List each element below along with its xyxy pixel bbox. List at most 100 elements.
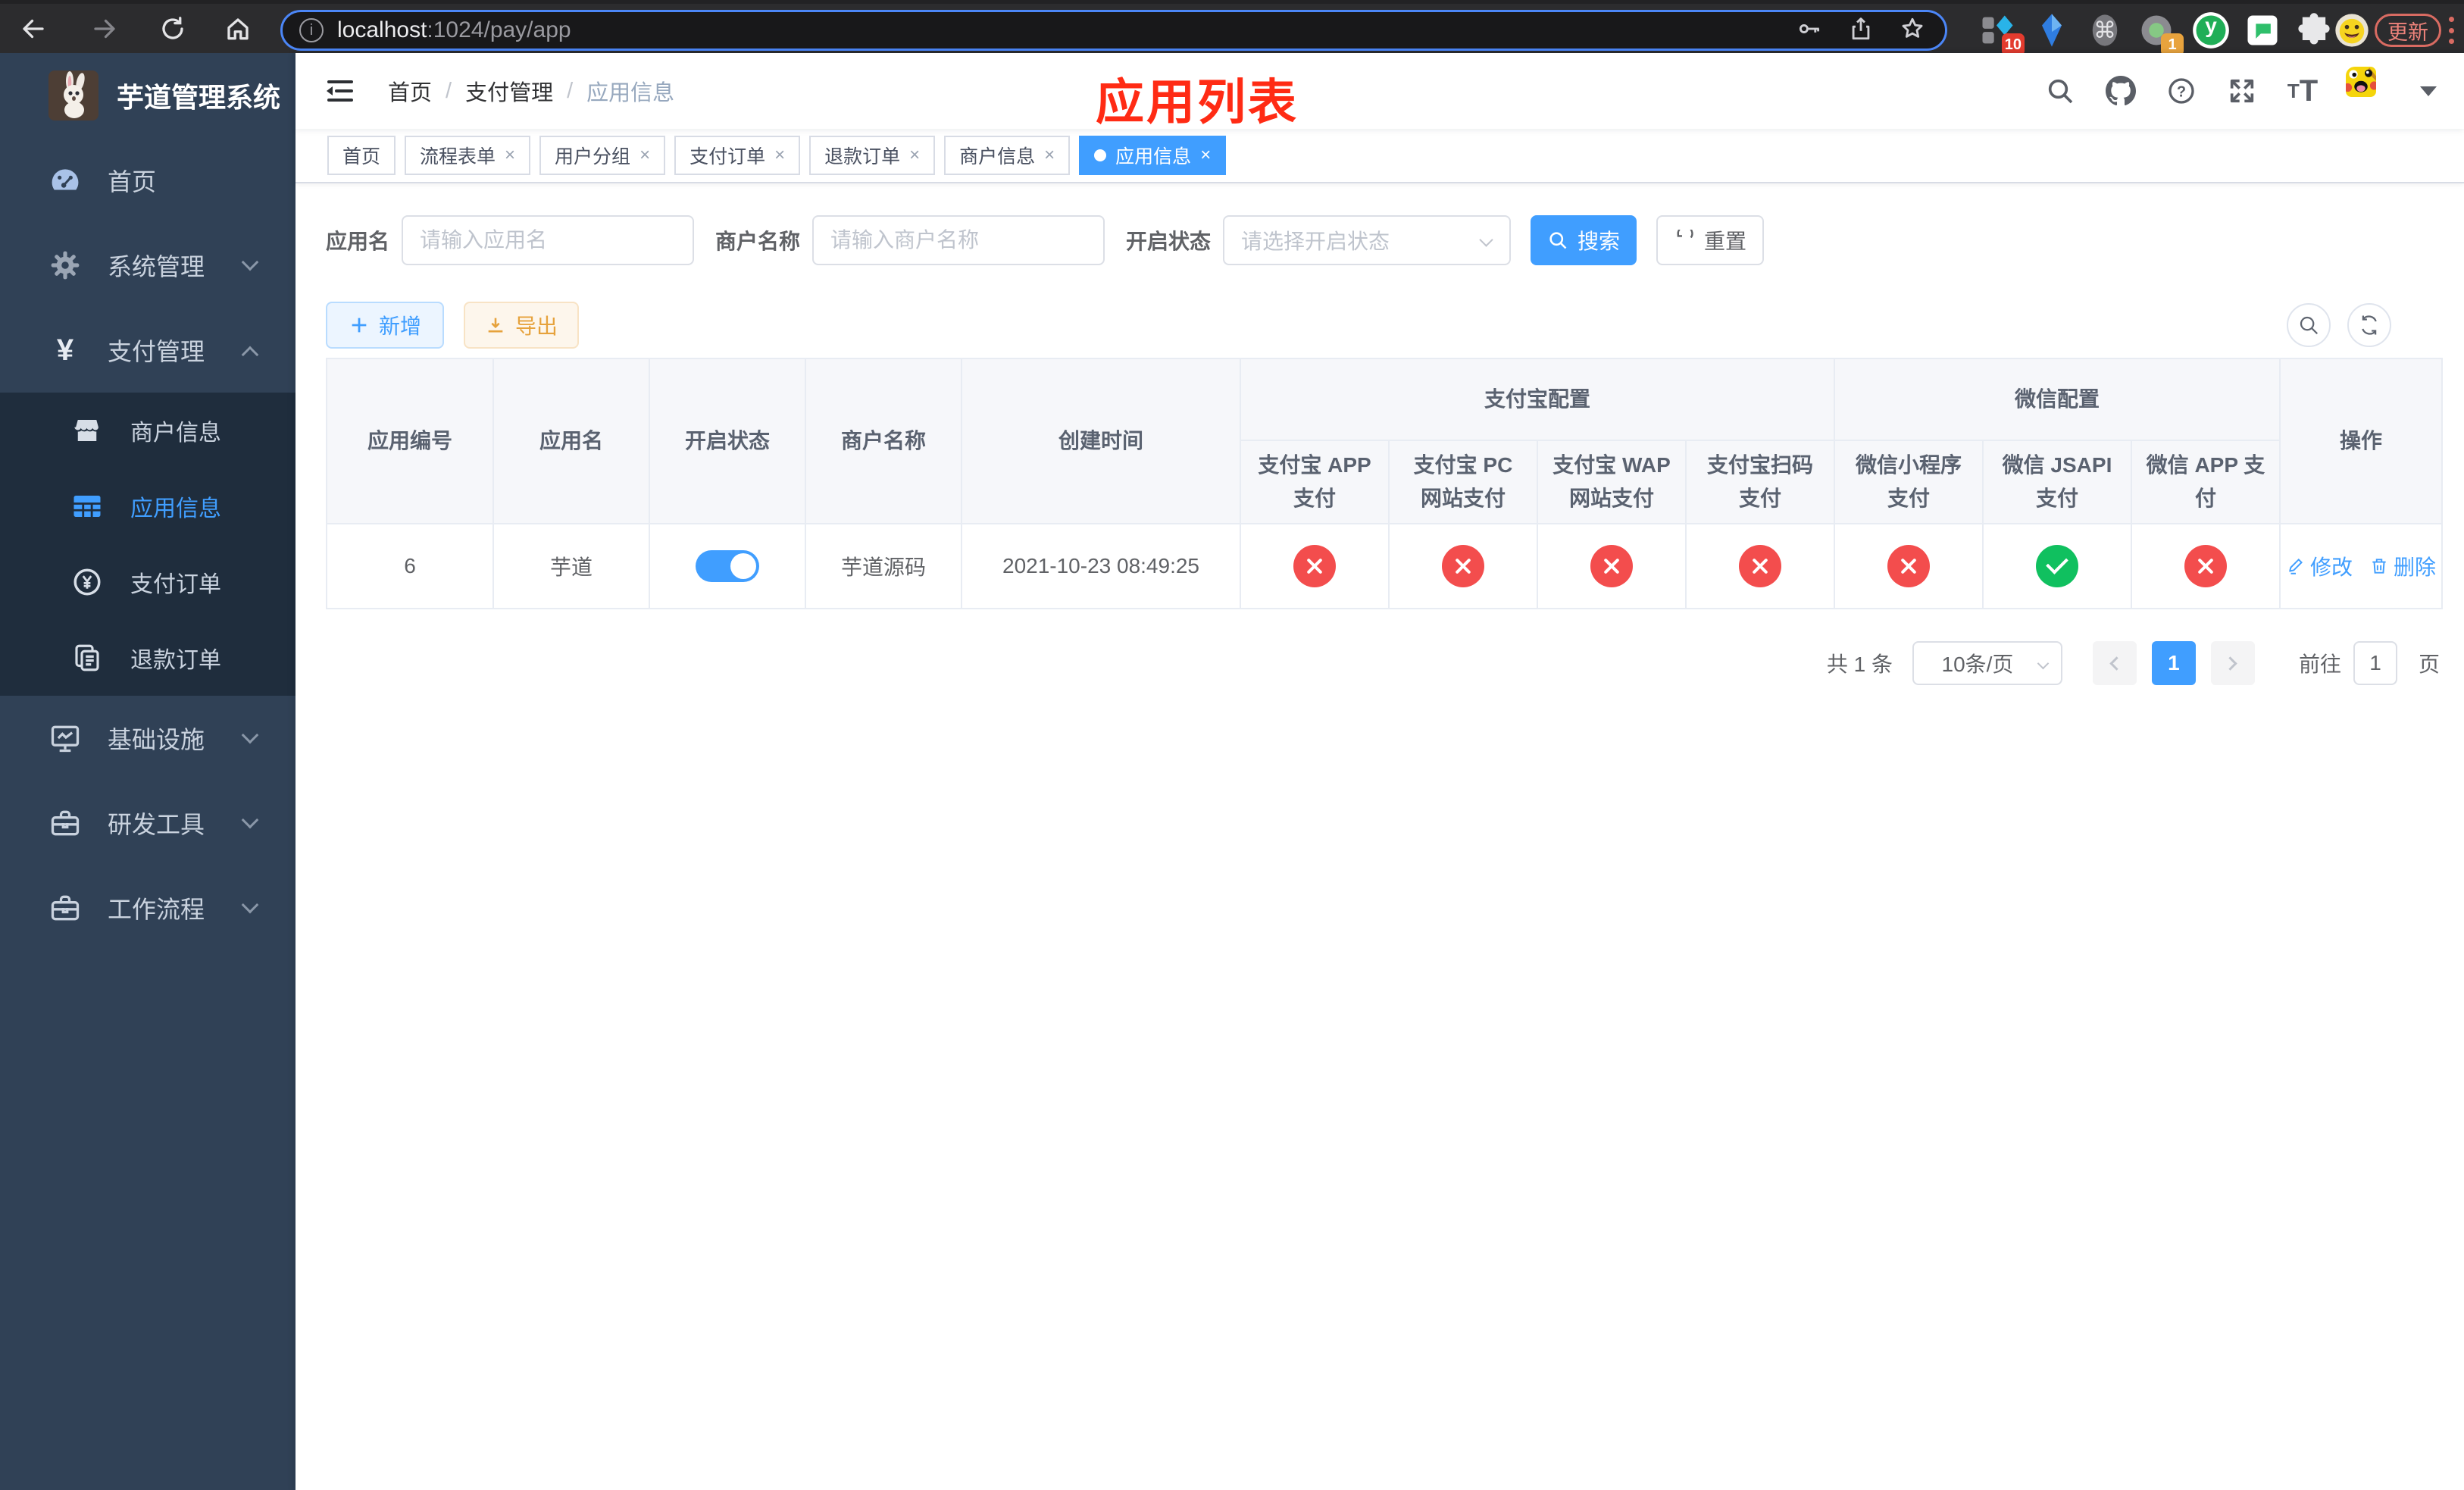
close-icon[interactable] <box>1044 145 1055 166</box>
tab-merchant-info[interactable]: 商户信息 <box>944 136 1071 175</box>
extension-command-icon[interactable]: ⌘ <box>2085 11 2125 50</box>
delete-link[interactable]: 删除 <box>2369 551 2436 581</box>
gear-icon <box>48 249 82 282</box>
status-select[interactable]: 请选择开启状态 <box>1223 215 1512 265</box>
sidebar-item-pay[interactable]: ¥ 支付管理 <box>0 308 295 393</box>
help-icon[interactable]: ? <box>2164 74 2199 108</box>
chevron-up-icon <box>241 346 259 364</box>
extension-kite-icon[interactable] <box>2032 11 2072 50</box>
tab-process-form[interactable]: 流程表单 <box>405 136 531 175</box>
sidebar-toggle-icon[interactable] <box>324 76 356 106</box>
browser-home-icon[interactable] <box>217 8 259 50</box>
font-size-icon[interactable]: TT <box>2285 74 2320 108</box>
password-key-icon[interactable] <box>1796 16 1822 45</box>
profile-avatar-icon[interactable] <box>2332 11 2372 50</box>
browser-toolbar: i localhost:1024/pay/app 10 ⌘ 1 y 更新 <box>0 0 2464 56</box>
browser-update-button[interactable]: 更新 <box>2375 14 2441 47</box>
breadcrumb: 首页 支付管理 应用信息 <box>388 53 674 129</box>
close-icon[interactable] <box>774 145 785 166</box>
extension-chat-icon[interactable] <box>2243 11 2282 50</box>
col-header-created: 创建时间 <box>962 359 1241 524</box>
group-header-wechat: 微信配置 <box>1835 359 2281 441</box>
sidebar-item-merchant-info[interactable]: 商户信息 <box>0 393 295 468</box>
row-cell-wechat-jsapi <box>1984 524 2132 609</box>
chevron-down-icon <box>1479 233 1493 247</box>
sidebar: 芋道管理系统 首页 系统管理 ¥ 支付管理 商户信息 应用信息 支付订单 退款订… <box>0 53 295 1490</box>
browser-menu-icon[interactable] <box>2447 17 2455 44</box>
table-toolbar: 新增 导出 <box>326 302 2441 349</box>
monitor-icon <box>48 722 82 755</box>
breadcrumb-pay[interactable]: 支付管理 <box>465 75 553 107</box>
extension-record-icon[interactable]: 1 <box>2137 11 2184 56</box>
logo-rabbit-image <box>48 70 98 121</box>
close-icon[interactable] <box>1200 145 1211 166</box>
main-area: 首页 支付管理 应用信息 应用列表 ? T <box>295 53 2464 1490</box>
sidebar-item-pay-orders[interactable]: 支付订单 <box>0 544 295 620</box>
row-cell-status <box>650 524 806 609</box>
store-icon <box>71 415 103 446</box>
close-icon[interactable] <box>909 145 920 166</box>
row-cell-wechat-mini <box>1835 524 1984 609</box>
export-button[interactable]: 导出 <box>464 302 579 349</box>
page-size-select[interactable]: 10条/页 <box>1912 641 2062 685</box>
app-name-input[interactable] <box>402 215 695 265</box>
svg-text:?: ? <box>2177 83 2186 100</box>
bookmark-star-icon[interactable] <box>1900 16 1925 45</box>
next-page-button[interactable] <box>2210 641 2255 685</box>
edit-link[interactable]: 修改 <box>2286 551 2353 581</box>
app-logo[interactable]: 芋道管理系统 <box>0 53 295 138</box>
row-cell-alipay-qr <box>1687 524 1835 609</box>
active-dot-icon <box>1094 149 1107 161</box>
close-icon[interactable] <box>639 145 650 166</box>
sidebar-item-workflow[interactable]: 工作流程 <box>0 866 295 950</box>
tags-view: 首页 流程表单 用户分组 支付订单 退款订单 商户信息 应用信息 <box>295 129 2464 183</box>
sidebar-item-system[interactable]: 系统管理 <box>0 223 295 308</box>
avatar-caret-icon[interactable] <box>2420 86 2437 96</box>
breadcrumb-home[interactable]: 首页 <box>388 75 432 107</box>
merchant-name-input[interactable] <box>812 215 1105 265</box>
status-label: 开启状态 <box>1126 230 1212 253</box>
browser-forward-icon[interactable] <box>83 8 126 50</box>
address-bar[interactable]: i localhost:1024/pay/app <box>280 10 1947 51</box>
sidebar-item-refund-orders[interactable]: 退款订单 <box>0 620 295 696</box>
sidebar-item-infra[interactable]: 基础设施 <box>0 696 295 781</box>
page-number-1[interactable]: 1 <box>2151 641 2196 685</box>
row-cell-alipay-app <box>1241 524 1390 609</box>
page-unit-label: 页 <box>2418 653 2440 676</box>
github-icon[interactable] <box>2103 74 2138 108</box>
refresh-button[interactable] <box>2347 303 2391 347</box>
user-avatar[interactable] <box>2346 67 2394 115</box>
tab-refund-orders[interactable]: 退款订单 <box>809 136 936 175</box>
search-button[interactable]: 搜索 <box>1531 215 1637 265</box>
header-search-icon[interactable] <box>2043 74 2078 108</box>
share-icon[interactable] <box>1848 16 1874 45</box>
sidebar-item-devtools[interactable]: 研发工具 <box>0 781 295 866</box>
add-button[interactable]: 新增 <box>326 302 444 349</box>
yen-circle-icon <box>71 566 103 598</box>
col-header-name: 应用名 <box>494 359 650 524</box>
show-search-toggle-button[interactable] <box>2287 303 2331 347</box>
tab-pay-orders[interactable]: 支付订单 <box>674 136 801 175</box>
prev-page-button[interactable] <box>2092 641 2137 685</box>
goto-page-input[interactable] <box>2353 641 2397 685</box>
status-toggle[interactable] <box>696 550 759 582</box>
browser-reload-icon[interactable] <box>152 8 194 50</box>
chevron-down-icon <box>241 896 259 914</box>
sidebar-item-home[interactable]: 首页 <box>0 138 295 223</box>
row-cell-alipay-pc <box>1390 524 1538 609</box>
reset-button[interactable]: 重置 <box>1656 215 1765 265</box>
tab-app-info[interactable]: 应用信息 <box>1079 136 1227 175</box>
sidebar-item-app-info[interactable]: 应用信息 <box>0 468 295 544</box>
col-header-wechat-jsapi: 微信 JSAPI 支付 <box>1984 441 2132 524</box>
close-icon[interactable] <box>505 145 515 166</box>
extension-tasks-icon[interactable]: 10 <box>1978 11 2025 56</box>
site-info-icon[interactable]: i <box>299 18 324 42</box>
extension-y-icon[interactable]: y <box>2191 11 2231 50</box>
extensions-puzzle-icon[interactable] <box>2294 11 2334 50</box>
col-header-wechat-app: 微信 APP 支付 <box>2132 441 2281 524</box>
tab-home[interactable]: 首页 <box>327 136 396 175</box>
row-cell-id: 6 <box>327 524 494 609</box>
browser-back-icon[interactable] <box>12 8 55 50</box>
tab-user-group[interactable]: 用户分组 <box>539 136 666 175</box>
fullscreen-icon[interactable] <box>2225 74 2259 108</box>
